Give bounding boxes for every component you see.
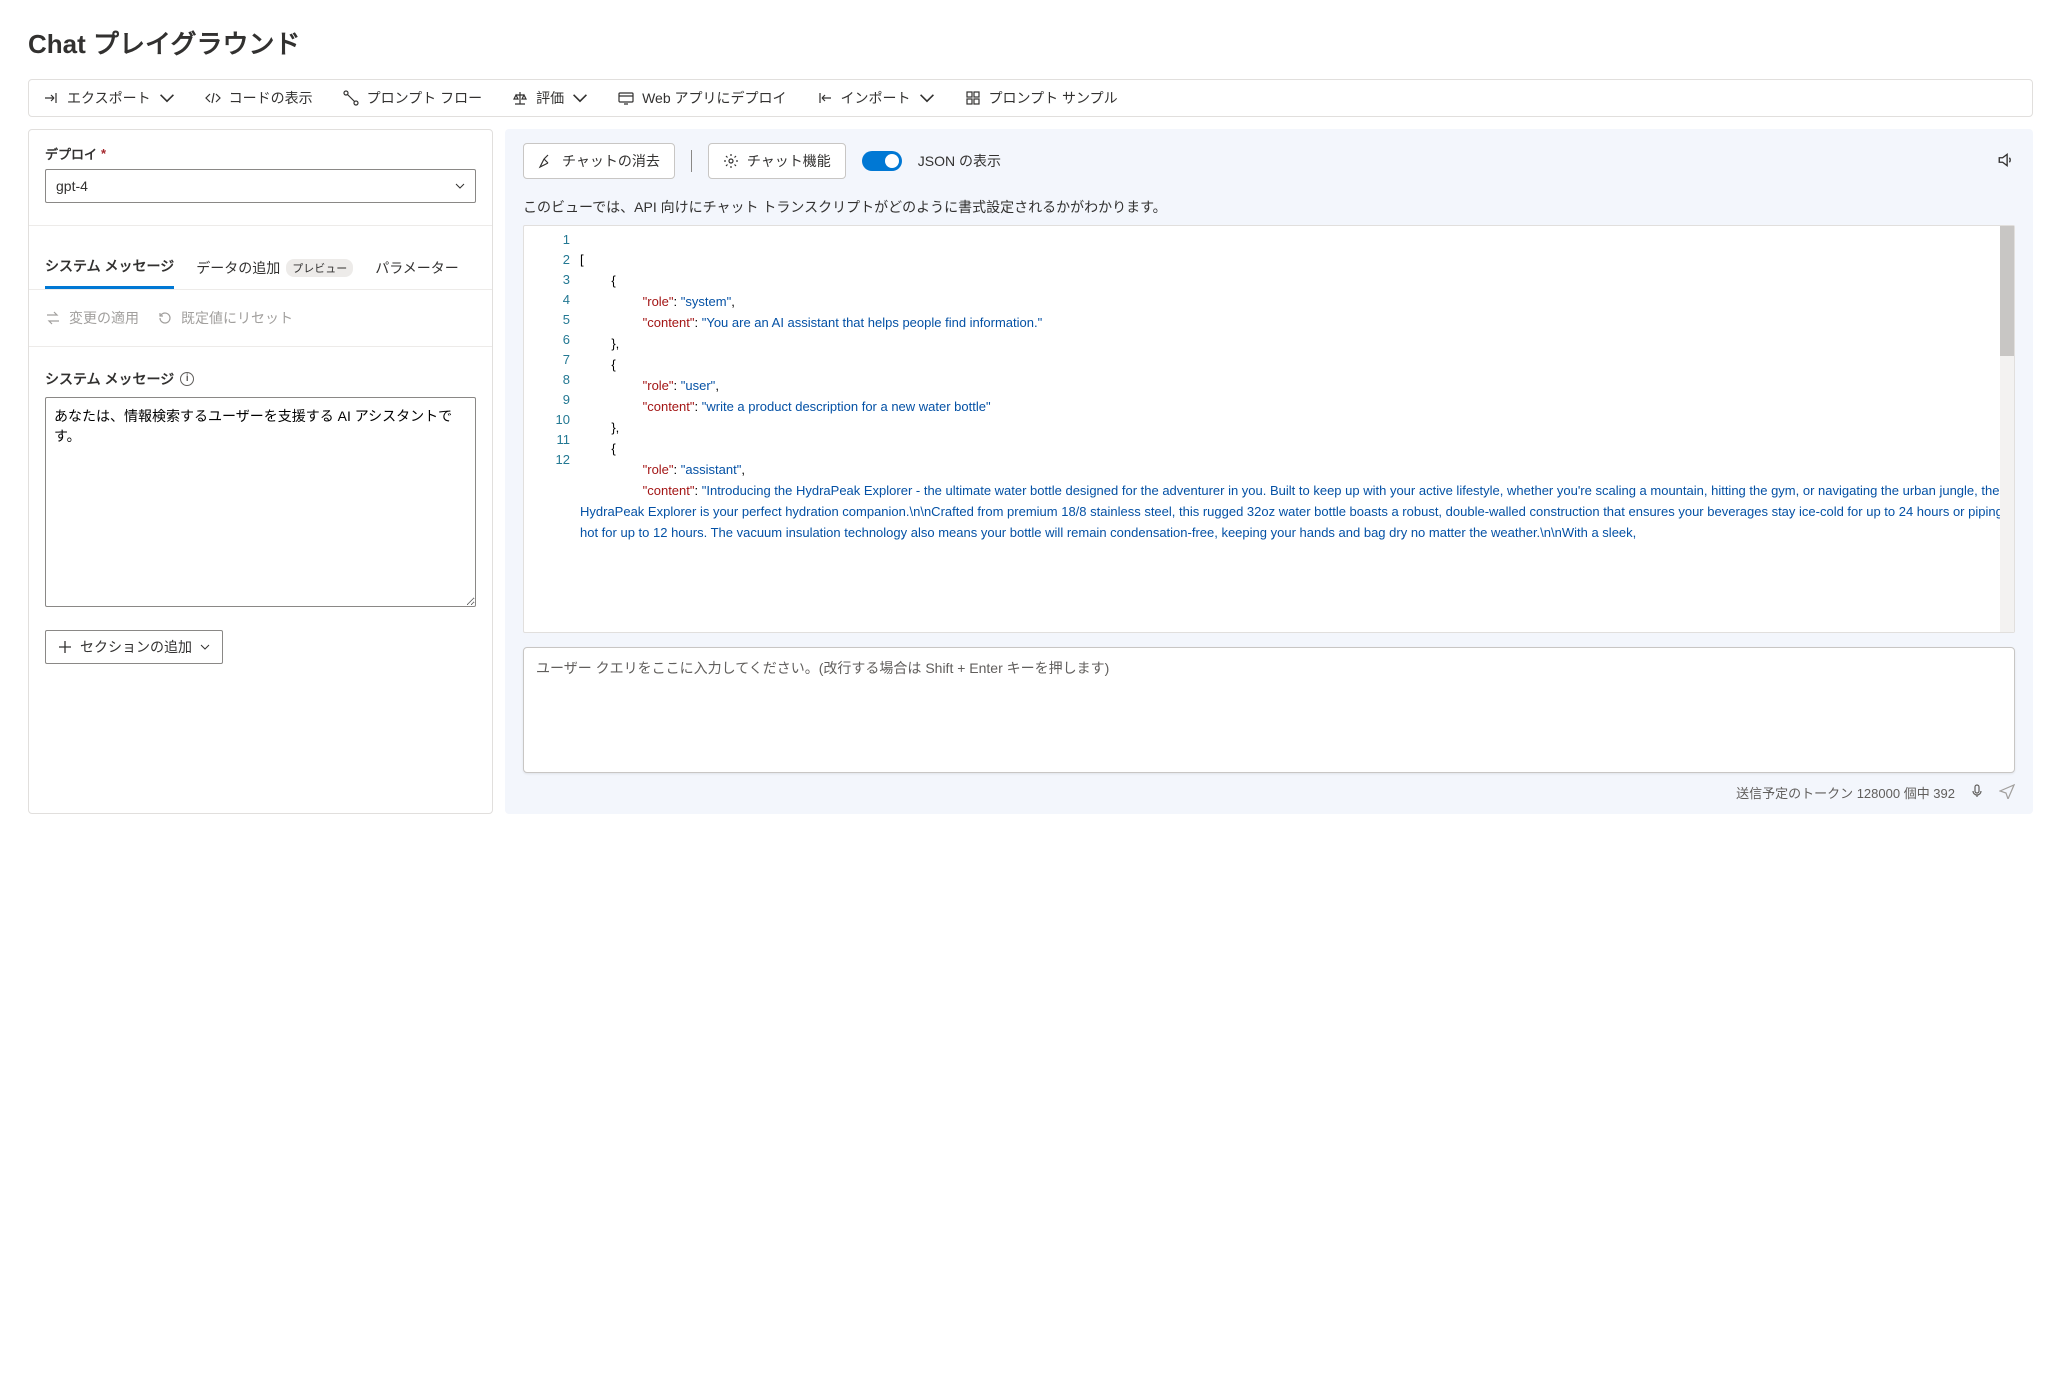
- evaluate-button[interactable]: 評価: [512, 88, 588, 108]
- scale-icon: [512, 90, 528, 106]
- token-count: 送信予定のトークン 128000 個中 392: [1736, 783, 1955, 802]
- import-icon: [817, 90, 833, 106]
- apply-changes-button: 変更の適用: [45, 308, 139, 328]
- chat-features-button[interactable]: チャット機能: [708, 143, 846, 179]
- scrollbar[interactable]: [2000, 226, 2014, 632]
- add-section-button[interactable]: セクションの追加: [45, 630, 223, 664]
- chevron-down-icon: [572, 90, 588, 106]
- tab-add-data[interactable]: データの追加 プレビュー: [196, 248, 353, 289]
- chevron-down-icon: [200, 642, 210, 652]
- json-view-label: JSON の表示: [918, 151, 1001, 171]
- prompt-flow-label: プロンプト フロー: [367, 88, 482, 108]
- json-view-description: このビューでは、API 向けにチャット トランスクリプトがどのように書式設定され…: [523, 197, 2015, 217]
- json-editor: 123456789101112 [ { "role": "system", "c…: [523, 225, 2015, 633]
- preview-badge: プレビュー: [286, 259, 353, 277]
- export-icon: [43, 90, 59, 106]
- chevron-down-icon: [919, 90, 935, 106]
- undo-icon: [157, 310, 173, 326]
- import-button[interactable]: インポート: [817, 88, 935, 108]
- gear-icon: [723, 153, 739, 169]
- deploy-label: デプロイ*: [45, 144, 476, 163]
- evaluate-label: 評価: [536, 88, 564, 108]
- deploy-web-button[interactable]: Web アプリにデプロイ: [618, 88, 786, 108]
- flow-icon: [343, 90, 359, 106]
- plus-icon: [58, 640, 72, 654]
- user-query-input[interactable]: ユーザー クエリをここに入力してください。(改行する場合は Shift + En…: [523, 647, 2015, 773]
- divider: [29, 225, 492, 226]
- reset-default-button: 既定値にリセット: [157, 308, 293, 328]
- send-icon: [1999, 783, 2015, 799]
- speaker-icon: [1997, 151, 2015, 169]
- scroll-thumb[interactable]: [2000, 226, 2014, 356]
- tab-system-message[interactable]: システム メッセージ: [45, 248, 174, 289]
- chevron-down-icon: [455, 181, 465, 191]
- import-label: インポート: [841, 88, 911, 108]
- deploy-select[interactable]: gpt-4: [45, 169, 476, 203]
- divider: [29, 346, 492, 347]
- deploy-value: gpt-4: [56, 178, 88, 194]
- system-message-input[interactable]: [45, 397, 476, 607]
- broom-icon: [538, 153, 554, 169]
- system-message-label: システム メッセージ i: [45, 369, 476, 389]
- left-tabs: システム メッセージ データの追加 プレビュー パラメーター: [29, 248, 492, 290]
- divider: [691, 150, 692, 172]
- prompt-samples-label: プロンプト サンプル: [989, 88, 1118, 108]
- top-toolbar: エクスポート コードの表示 プロンプト フロー 評価 Web アプリにデプロイ …: [28, 79, 2033, 117]
- code-icon: [205, 90, 221, 106]
- left-pane: デプロイ* gpt-4 システム メッセージ データの追加 プレビュー パラメー…: [28, 129, 493, 814]
- mic-icon: [1969, 783, 1985, 799]
- export-label: エクスポート: [67, 88, 151, 108]
- prompt-flow-button[interactable]: プロンプト フロー: [343, 88, 482, 108]
- deploy-icon: [618, 90, 634, 106]
- deploy-web-label: Web アプリにデプロイ: [642, 88, 786, 108]
- right-pane: チャットの消去 チャット機能 JSON の表示 このビューでは、API 向けにチ…: [505, 129, 2033, 814]
- info-icon[interactable]: i: [180, 372, 194, 386]
- page-title: Chat プレイグラウンド: [28, 24, 2033, 61]
- tab-parameters[interactable]: パラメーター: [375, 248, 459, 289]
- chevron-down-icon: [159, 90, 175, 106]
- show-code-label: コードの表示: [229, 88, 313, 108]
- show-code-button[interactable]: コードの表示: [205, 88, 313, 108]
- json-view-toggle[interactable]: [862, 151, 902, 171]
- mic-button[interactable]: [1969, 783, 1985, 802]
- export-button[interactable]: エクスポート: [43, 88, 175, 108]
- line-gutter: 123456789101112: [524, 226, 580, 632]
- grid-icon: [965, 90, 981, 106]
- speaker-button[interactable]: [1997, 151, 2015, 172]
- swap-icon: [45, 310, 61, 326]
- send-button[interactable]: [1999, 783, 2015, 802]
- prompt-samples-button[interactable]: プロンプト サンプル: [965, 88, 1118, 108]
- code-content[interactable]: [ { "role": "system", "content": "You ar…: [580, 226, 2014, 632]
- clear-chat-button[interactable]: チャットの消去: [523, 143, 675, 179]
